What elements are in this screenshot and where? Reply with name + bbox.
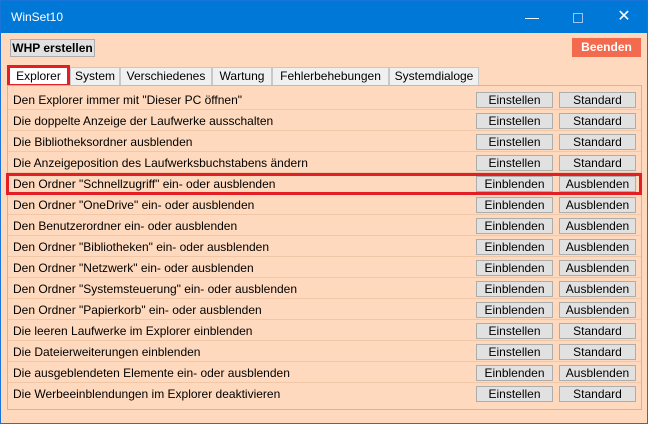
tab-verschiedenes[interactable]: Verschiedenes: [120, 67, 212, 86]
app-window: WinSet10 — ✕ WHP erstellen Beenden Explo…: [0, 0, 648, 424]
minimize-icon: —: [525, 9, 539, 25]
apply-button[interactable]: Einstellen: [476, 92, 553, 108]
hide-button[interactable]: Ausblenden: [559, 197, 636, 213]
default-button[interactable]: Standard: [559, 344, 636, 360]
setting-row: Den Ordner "Schnellzugriff" ein- oder au…: [8, 173, 641, 194]
setting-label: Die ausgeblendeten Elemente ein- oder au…: [13, 366, 290, 380]
hide-button[interactable]: Ausblenden: [559, 218, 636, 234]
hide-button[interactable]: Ausblenden: [559, 302, 636, 318]
setting-row: Den Ordner "OneDrive" ein- oder ausblend…: [8, 194, 641, 215]
apply-button[interactable]: Einstellen: [476, 113, 553, 129]
apply-button[interactable]: Einstellen: [476, 323, 553, 339]
hide-button[interactable]: Ausblenden: [559, 239, 636, 255]
exit-button[interactable]: Beenden: [572, 38, 641, 57]
default-button[interactable]: Standard: [559, 134, 636, 150]
setting-label: Den Ordner "Bibliotheken" ein- oder ausb…: [13, 240, 270, 254]
setting-label: Den Ordner "Systemsteuerung" ein- oder a…: [13, 282, 298, 296]
setting-label: Den Ordner "Papierkorb" ein- oder ausble…: [13, 303, 262, 317]
setting-row: Die doppelte Anzeige der Laufwerke aussc…: [8, 110, 641, 131]
apply-button[interactable]: Einstellen: [476, 134, 553, 150]
hide-button[interactable]: Ausblenden: [559, 281, 636, 297]
setting-row: Den Ordner "Netzwerk" ein- oder ausblend…: [8, 257, 641, 278]
setting-row: Den Ordner "Papierkorb" ein- oder ausble…: [8, 299, 641, 320]
show-button[interactable]: Einblenden: [476, 260, 553, 276]
tab-system[interactable]: System: [70, 67, 120, 86]
setting-row: Den Ordner "Systemsteuerung" ein- oder a…: [8, 278, 641, 299]
default-button[interactable]: Standard: [559, 323, 636, 339]
setting-label: Den Explorer immer mit "Dieser PC öffnen…: [13, 93, 243, 107]
settings-panel: Den Explorer immer mit "Dieser PC öffnen…: [7, 85, 642, 410]
setting-label: Den Ordner "Schnellzugriff" ein- oder au…: [13, 177, 276, 191]
apply-button[interactable]: Einstellen: [476, 344, 553, 360]
close-button[interactable]: ✕: [601, 1, 647, 33]
show-button[interactable]: Einblenden: [476, 176, 553, 192]
default-button[interactable]: Standard: [559, 155, 636, 171]
show-button[interactable]: Einblenden: [476, 281, 553, 297]
setting-row: Die Bibliotheksordner ausblenden Einstel…: [8, 131, 641, 152]
tab-systemdialoge[interactable]: Systemdialoge: [389, 67, 479, 86]
hide-button[interactable]: Ausblenden: [559, 176, 636, 192]
tab-fehlerbehebungen[interactable]: Fehlerbehebungen: [272, 67, 389, 86]
tab-explorer[interactable]: Explorer: [7, 65, 70, 87]
setting-label: Den Ordner "OneDrive" ein- oder ausblend…: [13, 198, 255, 212]
setting-row: Den Explorer immer mit "Dieser PC öffnen…: [8, 89, 641, 110]
hide-button[interactable]: Ausblenden: [559, 260, 636, 276]
hide-button[interactable]: Ausblenden: [559, 365, 636, 381]
setting-row: Die Werbeeinblendungen im Explorer deakt…: [8, 383, 641, 404]
show-button[interactable]: Einblenden: [476, 365, 553, 381]
window-title: WinSet10: [11, 10, 64, 24]
tab-wartung[interactable]: Wartung: [212, 67, 272, 86]
maximize-icon: [573, 13, 583, 24]
default-button[interactable]: Standard: [559, 386, 636, 402]
close-icon: ✕: [617, 8, 631, 25]
setting-row: Die leeren Laufwerke im Explorer einblen…: [8, 320, 641, 341]
title-bar[interactable]: WinSet10 — ✕: [1, 1, 647, 33]
setting-row: Die Dateierweiterungen einblenden Einste…: [8, 341, 641, 362]
setting-label: Die doppelte Anzeige der Laufwerke aussc…: [13, 114, 274, 128]
setting-row: Den Ordner "Bibliotheken" ein- oder ausb…: [8, 236, 641, 257]
maximize-button[interactable]: [555, 1, 601, 33]
setting-label: Die Anzeigeposition des Laufwerksbuchsta…: [13, 156, 308, 170]
show-button[interactable]: Einblenden: [476, 239, 553, 255]
setting-label: Die Dateierweiterungen einblenden: [13, 345, 201, 359]
setting-row: Die ausgeblendeten Elemente ein- oder au…: [8, 362, 641, 383]
setting-label: Die leeren Laufwerke im Explorer einblen…: [13, 324, 253, 338]
setting-row: Die Anzeigeposition des Laufwerksbuchsta…: [8, 152, 641, 173]
default-button[interactable]: Standard: [559, 92, 636, 108]
setting-row: Den Benutzerordner ein- oder ausblenden …: [8, 215, 641, 236]
apply-button[interactable]: Einstellen: [476, 386, 553, 402]
default-button[interactable]: Standard: [559, 113, 636, 129]
setting-label: Den Ordner "Netzwerk" ein- oder ausblend…: [13, 261, 254, 275]
setting-label: Den Benutzerordner ein- oder ausblenden: [13, 219, 238, 233]
show-button[interactable]: Einblenden: [476, 302, 553, 318]
whp-create-button[interactable]: WHP erstellen: [10, 39, 95, 57]
minimize-button[interactable]: —: [509, 1, 555, 33]
show-button[interactable]: Einblenden: [476, 218, 553, 234]
apply-button[interactable]: Einstellen: [476, 155, 553, 171]
show-button[interactable]: Einblenden: [476, 197, 553, 213]
setting-label: Die Werbeeinblendungen im Explorer deakt…: [13, 387, 281, 401]
setting-label: Die Bibliotheksordner ausblenden: [13, 135, 193, 149]
